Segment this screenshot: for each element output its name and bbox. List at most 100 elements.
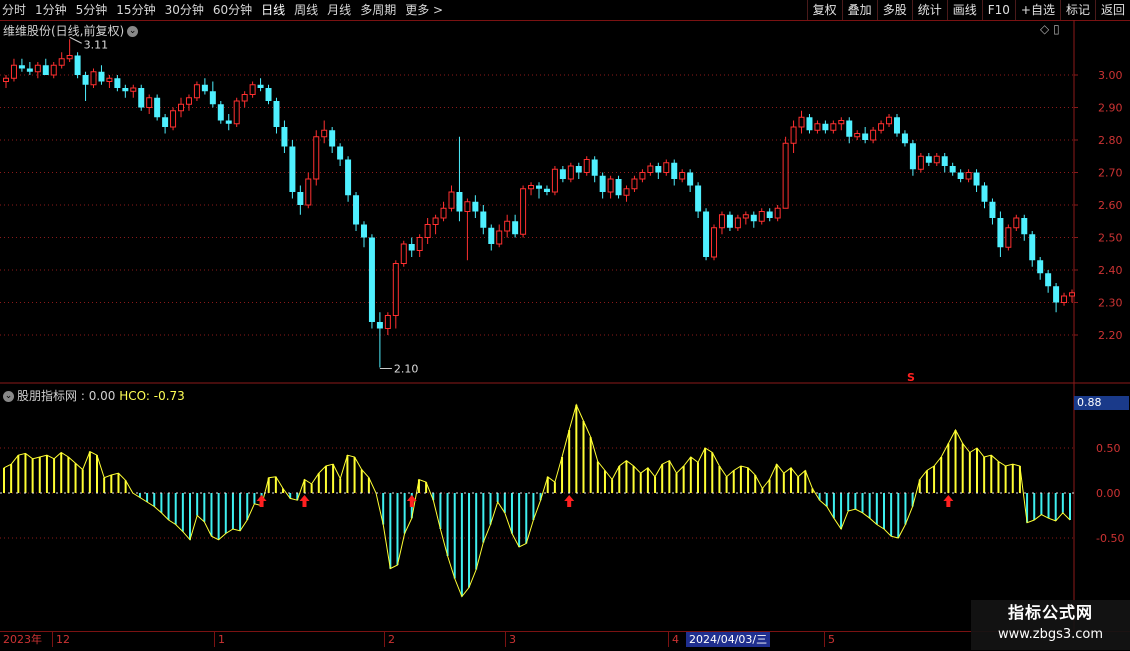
candle-body-up (170, 110, 177, 128)
candle-body-up (528, 185, 535, 190)
candle-body-down (329, 130, 336, 147)
candle-body-down (973, 172, 980, 186)
candle-body-up (130, 87, 137, 92)
candle-body-down (941, 156, 948, 166)
toolbar-button-6[interactable]: +自选 (1014, 0, 1060, 20)
candle-body-up (679, 172, 686, 180)
period-tab-5[interactable]: 60分钟 (213, 0, 252, 20)
candle-body-up (718, 214, 725, 229)
candle-body-down (1037, 260, 1044, 274)
candle-body-up (742, 214, 749, 219)
candle-body-up (583, 159, 590, 173)
date-label-jan: 1 (214, 632, 225, 647)
candle-body-down (368, 237, 375, 322)
candle-body-up (567, 165, 574, 180)
price-tick-label: 2.90 (1098, 102, 1123, 115)
period-tab-4[interactable]: 30分钟 (165, 0, 204, 20)
title-dropdown-icon[interactable]: ⌄ (127, 26, 139, 37)
candle-body-down (655, 166, 662, 173)
period-tab-0[interactable]: 分时 (2, 0, 26, 20)
period-tab-7[interactable]: 周线 (294, 0, 318, 20)
price-tick-label: 2.70 (1098, 167, 1123, 180)
period-tabs: 分时 1分钟 5分钟 15分钟 30分钟 60分钟 日线 周线 月线 多周期 更多 > (2, 0, 452, 20)
candle-body-up (1069, 292, 1075, 297)
candle-body-up (106, 77, 113, 82)
candle-body-up (917, 155, 924, 170)
toolbar-button-7[interactable]: 标记 (1059, 0, 1095, 20)
candle-body-down (981, 185, 988, 202)
candle-body-up (798, 116, 805, 128)
candle-body-up (1061, 295, 1068, 303)
diamond-icon[interactable]: ◇ (1040, 22, 1049, 36)
price-tick-label: 3.00 (1098, 69, 1123, 82)
period-tab-2[interactable]: 5分钟 (76, 0, 108, 20)
toolbar-button-1[interactable]: 叠加 (841, 0, 877, 20)
candle-body-down (225, 120, 232, 124)
chart-options: ◇ ▯ (1040, 22, 1060, 36)
price-tick-label: 2.50 (1098, 232, 1123, 245)
candle-body-down (1029, 234, 1036, 261)
toolbar-button-8[interactable]: 返回 (1094, 0, 1130, 20)
price-tick-label: 2.40 (1098, 264, 1123, 277)
toolbar-button-4[interactable]: 画线 (946, 0, 982, 20)
candle-body-down (18, 65, 25, 69)
indicator-value: : 0.00 (80, 389, 116, 403)
candle-body-up (3, 77, 9, 82)
period-tab-10[interactable]: 更多 > (405, 0, 443, 20)
candle-body-up (965, 172, 972, 180)
candle-body-up (448, 191, 455, 209)
candle-body-down (297, 192, 304, 205)
indicator-settings-icon[interactable]: ⌄ (3, 391, 14, 402)
candle-body-up (249, 84, 256, 95)
candle-body-up (711, 227, 718, 258)
toolbar-button-3[interactable]: 统计 (911, 0, 947, 20)
period-tab-1[interactable]: 1分钟 (35, 0, 67, 20)
kline-chart[interactable]: 3.00 2.90 2.80 2.70 2.60 2.50 2.40 2.30 2.20 0.50… (0, 20, 1130, 631)
candle-body-up (66, 55, 73, 60)
candle-body-down (1021, 218, 1028, 235)
candle-body-up (790, 126, 797, 144)
candle-body-down (408, 244, 415, 251)
indicator-tick-label: 0.00 (1096, 487, 1121, 500)
candle-body-down (536, 185, 542, 189)
toolbar-button-5[interactable]: F10 (981, 0, 1015, 20)
period-tab-3[interactable]: 15分钟 (116, 0, 155, 20)
toolbar-button-0[interactable]: 复权 (806, 0, 842, 20)
price-tick-label: 2.30 (1098, 297, 1123, 310)
indicator-line (3, 403, 1071, 598)
candle-body-up (830, 123, 837, 131)
candle-body-down (289, 146, 296, 192)
candle-body-up (10, 64, 17, 79)
candle-body-up (496, 230, 503, 245)
candle-body-up (58, 58, 65, 66)
toolbar-button-2[interactable]: 多股 (876, 0, 912, 20)
low-label: 2.10 (394, 363, 419, 376)
candle-body-down (353, 195, 360, 225)
period-tab-6[interactable]: 日线 (261, 0, 285, 20)
candle-body-up (90, 71, 97, 86)
candle-body-down (456, 192, 463, 212)
indicator-title: ⌄ 股朋指标网 : 0.00 HCO: -0.73 (3, 387, 185, 404)
candle-body-up (178, 103, 185, 112)
candle-body-down (726, 214, 733, 228)
candle-body-down (575, 166, 582, 173)
indicator-name[interactable]: 股朋指标网 (17, 389, 77, 403)
candle-body-up (1013, 217, 1020, 229)
buy-arrow (943, 495, 954, 507)
period-tab-9[interactable]: 多周期 (360, 0, 396, 20)
watermark: 指标公式网 www.zbgs3.com (971, 600, 1130, 650)
period-tab-8[interactable]: 月线 (327, 0, 351, 20)
candle-body-down (822, 123, 829, 131)
candle-body-down (559, 169, 566, 179)
price-tick-label: 2.60 (1098, 199, 1123, 212)
candle-body-up (146, 97, 153, 108)
panel-toggle-icon[interactable]: ▯ (1053, 22, 1060, 36)
stock-title-text: 维维股份(日线,前复权) (3, 24, 125, 38)
candle-body-up (631, 178, 638, 190)
candle-body-down (98, 71, 105, 82)
candle-body-down (806, 117, 813, 131)
candle-body-down (766, 211, 773, 218)
candle-body-up (392, 263, 399, 316)
watermark-title: 指标公式网 (1007, 603, 1093, 622)
candle-body-down (472, 201, 479, 212)
